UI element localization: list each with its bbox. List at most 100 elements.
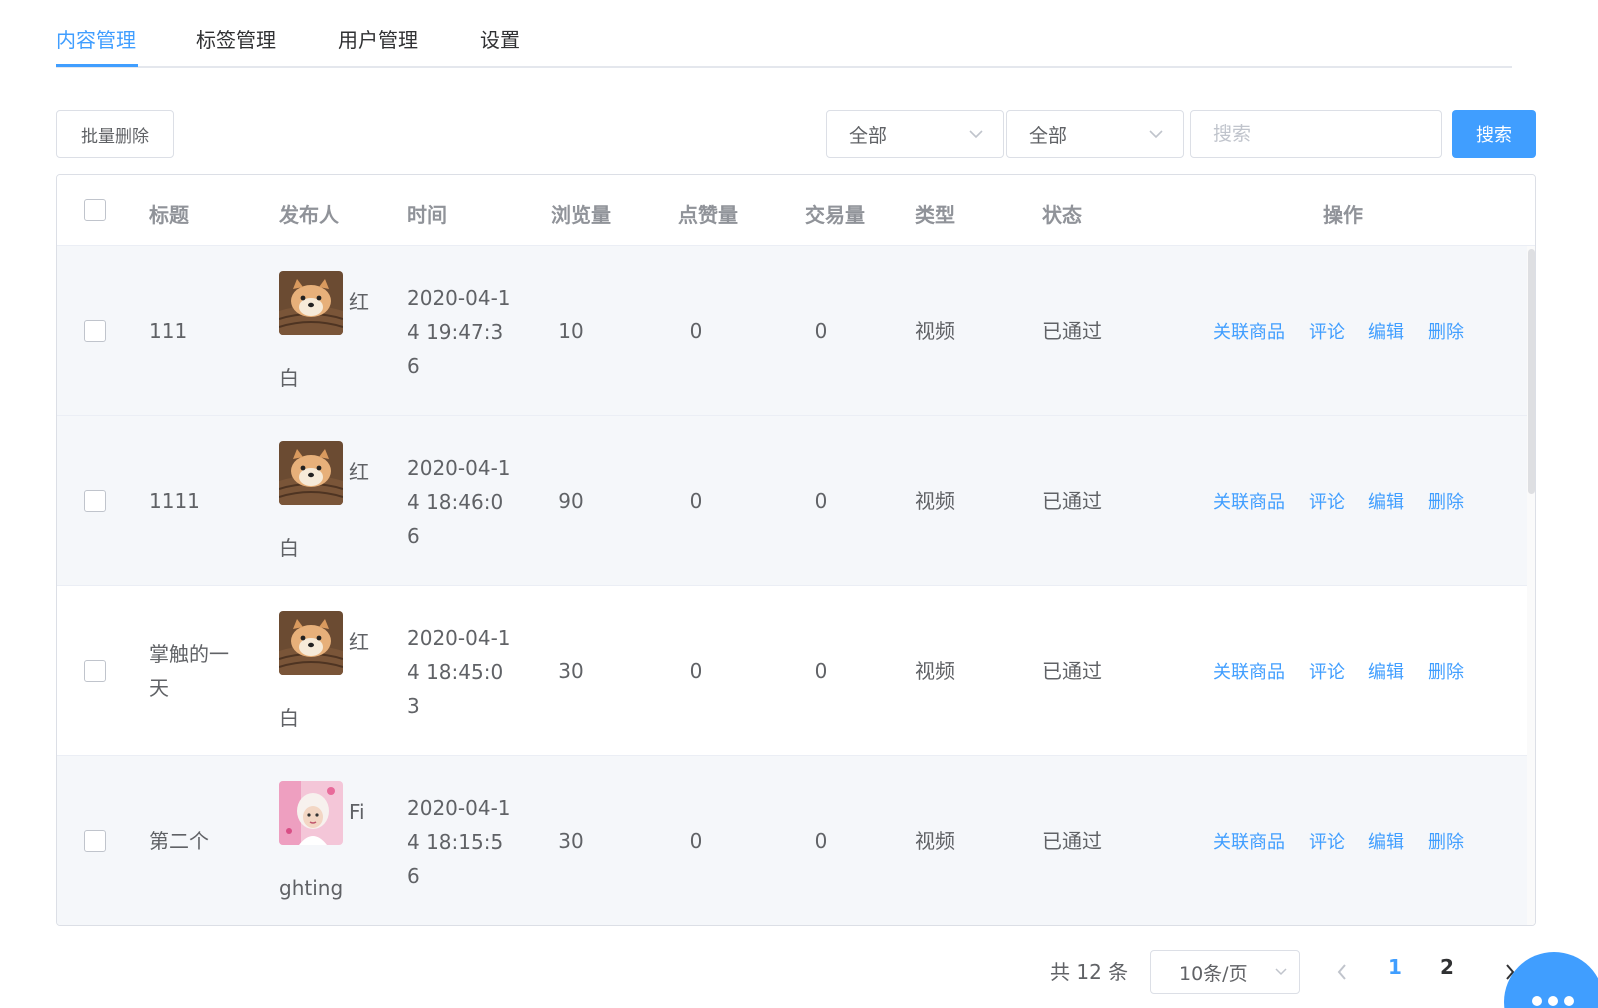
dog-avatar-image: [279, 611, 343, 675]
row-checkbox[interactable]: [84, 660, 106, 682]
row-title: 111: [149, 319, 188, 343]
batch-delete-button[interactable]: 批量删除: [56, 110, 174, 158]
row-type: 视频: [915, 829, 955, 853]
row-time: 2020-04-14 18:46:06: [407, 456, 511, 548]
publisher-avatar: [279, 781, 343, 845]
chat-dot: [1548, 996, 1558, 1006]
search-button[interactable]: 搜索: [1452, 110, 1536, 158]
row-views: 90: [558, 489, 584, 513]
publisher-name-part1: 红: [349, 460, 369, 484]
tab-content-management[interactable]: 内容管理: [56, 24, 136, 53]
search-input[interactable]: [1190, 110, 1442, 158]
row-likes: 0: [689, 829, 703, 853]
row-title: 掌触的一天: [149, 642, 229, 700]
row-type: 视频: [915, 659, 955, 683]
page-number-1[interactable]: 1: [1388, 955, 1402, 979]
page-size-select[interactable]: 10条/页: [1150, 950, 1300, 994]
publisher-avatar: [279, 271, 343, 335]
link-delete[interactable]: 删除: [1428, 658, 1464, 684]
select-all-checkbox[interactable]: [84, 199, 106, 221]
link-edit[interactable]: 编辑: [1368, 488, 1404, 514]
row-views: 30: [558, 659, 584, 683]
pagination-total: 共 12 条: [1050, 960, 1129, 984]
row-status: 已通过: [1042, 319, 1102, 343]
publisher-cell: 红 白: [279, 611, 379, 731]
publisher-name-part1: 红: [349, 290, 369, 314]
row-time: 2020-04-14 19:47:36: [407, 286, 511, 378]
row-type: 视频: [915, 489, 955, 513]
column-header-status: 状态: [1042, 203, 1082, 227]
row-trades: 0: [814, 319, 828, 343]
dog-avatar-image: [279, 441, 343, 505]
row-checkbox[interactable]: [84, 490, 106, 512]
link-comments[interactable]: 评论: [1309, 318, 1345, 344]
page-number-2[interactable]: 2: [1440, 955, 1454, 979]
link-comments[interactable]: 评论: [1309, 488, 1345, 514]
column-header-type: 类型: [915, 203, 955, 227]
active-tab-indicator: [56, 64, 138, 67]
row-title: 第二个: [149, 829, 209, 853]
dog-avatar-image: [279, 271, 343, 335]
row-title: 1111: [149, 489, 200, 513]
link-related-products[interactable]: 关联商品: [1213, 828, 1285, 854]
filter-select-2[interactable]: 全部: [1006, 110, 1184, 158]
row-status: 已通过: [1042, 489, 1102, 513]
table-row: 第二个 Fi ghting 2020-04-14 18:15:56 30 0 0…: [57, 756, 1527, 925]
link-comments[interactable]: 评论: [1309, 658, 1345, 684]
column-header-likes: 点赞量: [678, 203, 738, 227]
column-header-title: 标题: [149, 203, 189, 227]
row-views: 30: [558, 829, 584, 853]
row-status: 已通过: [1042, 829, 1102, 853]
row-time: 2020-04-14 18:45:03: [407, 626, 511, 718]
link-related-products[interactable]: 关联商品: [1213, 488, 1285, 514]
publisher-cell: 红 白: [279, 441, 379, 561]
chevron-left-icon[interactable]: [1332, 958, 1352, 986]
link-delete[interactable]: 删除: [1428, 318, 1464, 344]
link-edit[interactable]: 编辑: [1368, 658, 1404, 684]
row-likes: 0: [689, 659, 703, 683]
tab-user-management[interactable]: 用户管理: [338, 24, 418, 53]
publisher-name-part1: 红: [349, 630, 369, 654]
publisher-name-part1: Fi: [349, 800, 365, 824]
link-delete[interactable]: 删除: [1428, 828, 1464, 854]
link-delete[interactable]: 删除: [1428, 488, 1464, 514]
table-row: 掌触的一天 红 白 2020-04-14 18:45:03 30 0 0 视频 …: [57, 586, 1527, 756]
link-edit[interactable]: 编辑: [1368, 318, 1404, 344]
girl-avatar-image: [279, 781, 343, 845]
page-size-value: 10条/页: [1179, 962, 1248, 985]
column-header-time: 时间: [407, 203, 447, 227]
column-header-publisher: 发布人: [279, 203, 339, 227]
chat-dot: [1564, 996, 1574, 1006]
publisher-cell: Fi ghting: [279, 781, 379, 901]
link-related-products[interactable]: 关联商品: [1213, 318, 1285, 344]
tab-bar: 内容管理 标签管理 用户管理 设置: [56, 0, 1512, 68]
chat-dot: [1532, 996, 1542, 1006]
publisher-name-part2: 白: [279, 536, 299, 560]
row-trades: 0: [814, 659, 828, 683]
column-header-trades: 交易量: [805, 203, 865, 227]
link-comments[interactable]: 评论: [1309, 828, 1345, 854]
row-checkbox[interactable]: [84, 320, 106, 342]
filter-select-1-value: 全部: [849, 124, 888, 147]
chevron-down-icon: [969, 130, 983, 139]
tab-tag-management[interactable]: 标签管理: [196, 24, 276, 53]
table-row: 1111 红 白 2020-04-14 18:46:06 90 0 0 视频 已…: [57, 416, 1527, 586]
filter-select-1[interactable]: 全部: [826, 110, 1004, 158]
tab-settings[interactable]: 设置: [480, 24, 520, 53]
row-time: 2020-04-14 18:15:56: [407, 796, 511, 888]
chevron-down-icon: [1149, 130, 1163, 139]
link-edit[interactable]: 编辑: [1368, 828, 1404, 854]
chevron-down-icon: [1275, 968, 1287, 976]
publisher-cell: 红 白: [279, 271, 379, 391]
link-related-products[interactable]: 关联商品: [1213, 658, 1285, 684]
table-row: 111 红 白 2020-04-14 19:47:36 10 0 0 视频 已通…: [57, 246, 1527, 416]
row-status: 已通过: [1042, 659, 1102, 683]
publisher-avatar: [279, 611, 343, 675]
publisher-name-part2: ghting: [279, 876, 344, 900]
publisher-name-part2: 白: [279, 706, 299, 730]
table-scrollbar-thumb[interactable]: [1528, 249, 1535, 494]
column-header-actions: 操作: [1323, 203, 1363, 227]
row-trades: 0: [814, 489, 828, 513]
row-checkbox[interactable]: [84, 830, 106, 852]
row-views: 10: [558, 319, 584, 343]
